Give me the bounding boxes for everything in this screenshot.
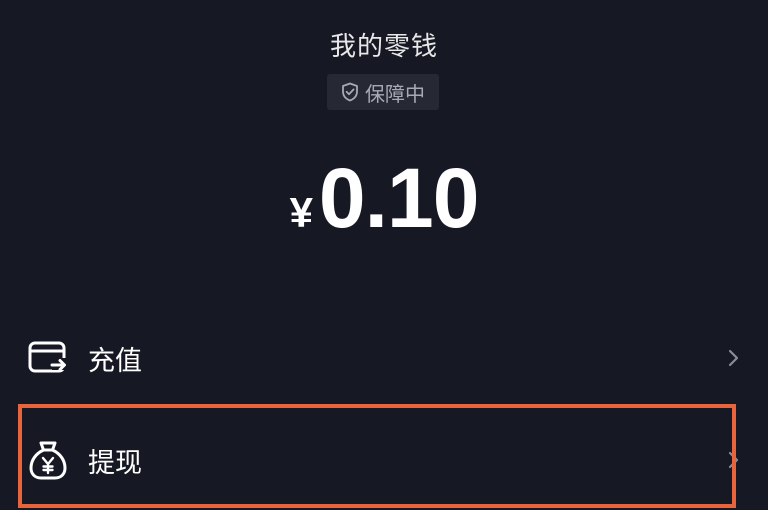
chevron-right-icon xyxy=(726,348,742,368)
balance-amount: 0.10 xyxy=(318,151,479,245)
menu-item-recharge[interactable]: 充值 xyxy=(0,326,768,390)
balance-display: ¥ 0.10 xyxy=(0,150,768,247)
page-title: 我的零钱 xyxy=(329,32,438,62)
withdraw-highlight-box xyxy=(18,404,736,508)
menu-item-label: 充值 xyxy=(88,345,142,377)
protection-badge-label: 保障中 xyxy=(365,81,425,106)
wallet-arrow-icon xyxy=(26,336,70,380)
protection-badge[interactable]: 保障中 xyxy=(327,74,439,110)
currency-symbol: ¥ xyxy=(289,189,313,236)
shield-check-icon xyxy=(341,82,359,102)
